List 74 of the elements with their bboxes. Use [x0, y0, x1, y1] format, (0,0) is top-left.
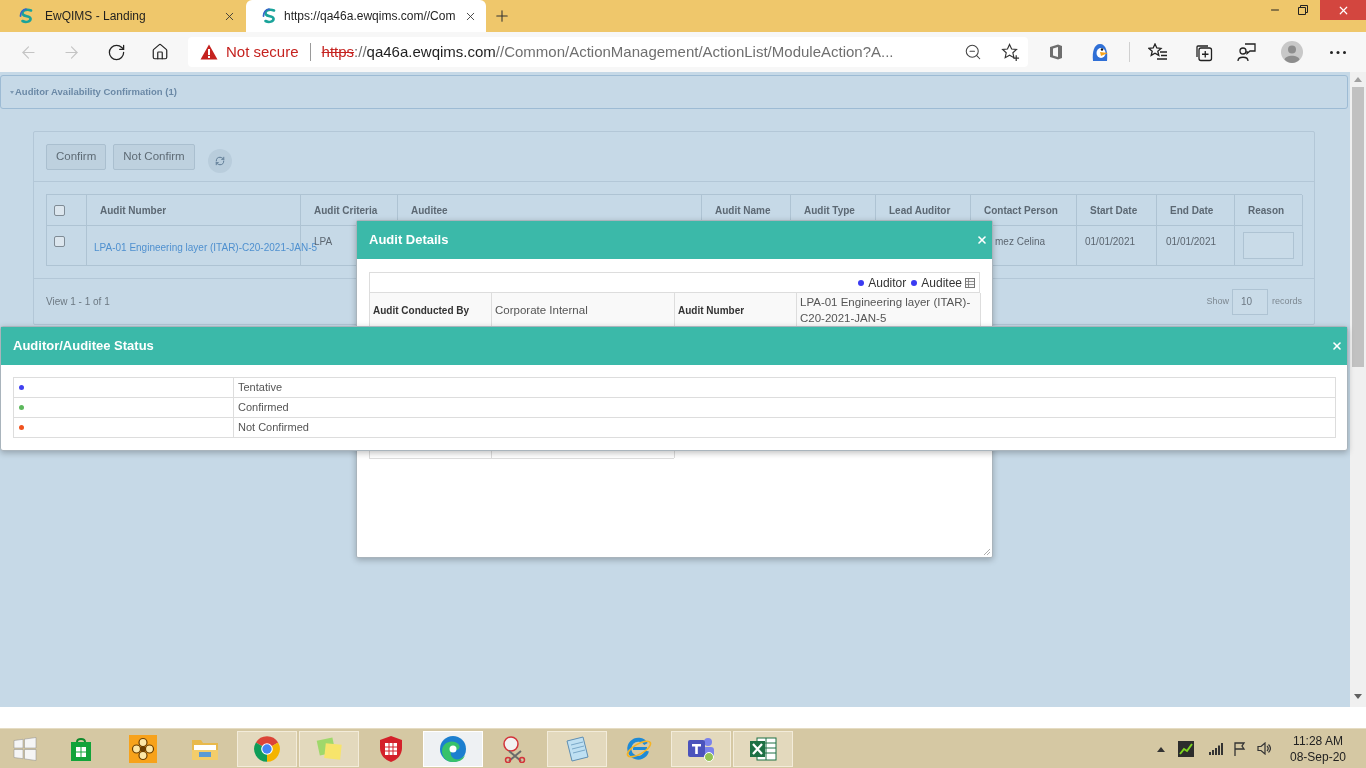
- legend-label: Auditee: [921, 274, 962, 292]
- records-label: records: [1272, 294, 1302, 308]
- taskbar-app-button[interactable]: [733, 730, 793, 767]
- stacked-squares-plus-icon: [1193, 42, 1213, 62]
- speaker-icon[interactable]: [1257, 742, 1271, 755]
- zoom-out-icon[interactable]: [964, 43, 982, 61]
- wave-circle-icon: [439, 734, 467, 763]
- swirl-logo-icon: [19, 8, 35, 24]
- reason-field[interactable]: [1243, 232, 1294, 259]
- field-value: Corporate Internal: [492, 293, 675, 328]
- status-label: Confirmed: [234, 398, 1336, 418]
- table-cell: 01/01/2021: [1157, 226, 1235, 266]
- field-label: Audit Number: [675, 293, 797, 328]
- scroll-up-icon[interactable]: [1354, 77, 1362, 82]
- person-speech-icon: [1236, 42, 1256, 62]
- reload-icon: [106, 42, 126, 62]
- column-header: Start Date: [1077, 195, 1157, 226]
- pager-summary: View 1 - 1 of 1: [46, 295, 110, 309]
- legend-label: Auditor: [868, 274, 907, 292]
- caret-up-icon[interactable]: [1156, 745, 1166, 752]
- taskbar-app-button[interactable]: [671, 730, 731, 767]
- round-browser-icon: [253, 734, 281, 763]
- new-tab-icon[interactable]: [493, 7, 511, 25]
- sticky-notes-icon: [315, 735, 343, 762]
- status-label: Tentative: [234, 378, 1336, 398]
- checkbox[interactable]: [54, 204, 65, 216]
- refresh-icon: [214, 155, 225, 166]
- section-title: Auditor Availability Confirmation (1): [15, 84, 177, 99]
- taskbar-app-button[interactable]: [237, 730, 297, 767]
- refresh-button[interactable]: [207, 148, 232, 173]
- scroll-down-icon[interactable]: [1354, 694, 1362, 699]
- action-button[interactable]: Confirm: [46, 143, 107, 170]
- table-cell: 01/01/2021: [1077, 226, 1157, 266]
- show-label: Show: [1206, 294, 1229, 308]
- restore-icon: [1298, 5, 1308, 15]
- home-icon: [151, 43, 169, 61]
- spreadsheet-icon: [748, 734, 778, 763]
- scroll-thumb[interactable]: [1352, 87, 1364, 367]
- windows-logo-icon: [13, 736, 37, 761]
- door-shape-icon: [1049, 44, 1063, 60]
- star-plus-icon[interactable]: [1001, 42, 1020, 62]
- flower-icon: [129, 734, 157, 763]
- resize-grip-icon[interactable]: [984, 549, 990, 555]
- dialog-title: Audit Details: [369, 231, 449, 250]
- column-header: Audit Number: [87, 195, 301, 226]
- avatar-icon: [1281, 41, 1303, 63]
- column-header: Reason: [1235, 195, 1303, 226]
- clock-time[interactable]: 11:28 AM: [1293, 732, 1343, 749]
- penguin-icon: [1090, 42, 1110, 62]
- dialog-title: Auditor/Auditee Status: [13, 337, 154, 356]
- address-field[interactable]: Not secure https://qa46a.ewqims.com//Common/ActionManagement/ActionList/ModuleAction?A...: [188, 37, 1028, 67]
- url-text: https://qa46a.ewqims.com//Common/ActionManagement/ActionList/ModuleAction?A...: [321, 41, 894, 62]
- clock-date[interactable]: 08-Sep-20: [1289, 748, 1346, 765]
- more-icon: [1330, 50, 1346, 54]
- table-grid-icon[interactable]: [965, 277, 975, 288]
- action-button[interactable]: Not Confirm: [113, 143, 195, 170]
- shopping-bag-icon: [68, 735, 94, 762]
- signal-bars-icon[interactable]: [1209, 742, 1223, 755]
- column-header: End Date: [1157, 195, 1235, 226]
- caret-down-icon: [10, 90, 14, 94]
- checkbox[interactable]: [54, 236, 65, 247]
- flag-icon[interactable]: [1234, 741, 1246, 756]
- browser-tab[interactable]: EwQIMS - Landing: [0, 0, 246, 32]
- warning-icon: [200, 44, 218, 60]
- browser-tab[interactable]: https://qa46a.ewqims.com//Com: [246, 0, 486, 32]
- shield-icon: [378, 734, 404, 763]
- security-label: Not secure: [226, 41, 299, 62]
- swirl-logo-icon: [262, 8, 278, 24]
- status-label: Not Confirmed: [234, 418, 1336, 438]
- notepad-icon: [563, 734, 591, 763]
- star-list-icon: [1148, 43, 1168, 61]
- field-label: Audit Conducted By: [370, 293, 492, 328]
- field-value: LPA-01 Engineering layer (ITAR)-C20-2021-JAN-5: [797, 293, 981, 328]
- tray-app-icon[interactable]: [1178, 740, 1194, 757]
